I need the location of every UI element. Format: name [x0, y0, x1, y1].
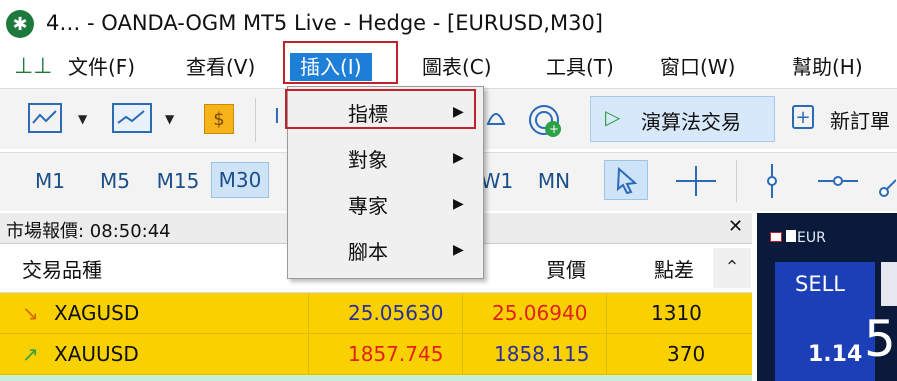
mdi-icon[interactable]: ⊥⊥ — [14, 53, 52, 81]
horizontal-line-icon[interactable] — [818, 164, 858, 202]
up-arrow-icon: ↗ — [22, 342, 39, 366]
menu-item-label: 對象 — [348, 148, 388, 172]
column-ask[interactable]: 買價 — [546, 254, 586, 283]
algo-trading-button[interactable]: ▷ 演算法交易 — [590, 96, 775, 142]
menu-item-scripts[interactable]: 腳本 ▶ — [288, 227, 483, 273]
menu-charts[interactable]: 圖表(C) — [422, 53, 492, 81]
menu-item-experts[interactable]: 專家 ▶ — [288, 181, 483, 227]
price-small: 1.14 — [808, 342, 863, 367]
timeframe-mn[interactable]: MN — [530, 164, 578, 198]
row-ask: 1858.115 — [494, 342, 590, 366]
menu-help[interactable]: 幫助(H) — [792, 53, 863, 81]
timeframe-m15[interactable]: M15 — [150, 164, 206, 198]
crosshair-icon[interactable] — [676, 164, 716, 202]
row-symbol: XAGUSD — [54, 301, 140, 325]
bell-icon[interactable] — [486, 104, 506, 145]
window-title: 4… - OANDA-OGM MT5 Live - Hedge - [EURUS… — [46, 11, 604, 35]
buy-button[interactable] — [881, 262, 897, 306]
sell-label: SELL — [795, 272, 845, 296]
timeframe-w1[interactable]: W1 — [480, 164, 514, 198]
timeframe-m30[interactable]: M30 — [211, 162, 269, 198]
table-row[interactable]: ↘ XAGUSD 25.05630 25.06940 1310 — [0, 293, 752, 334]
indicators-highlight-outline — [285, 89, 476, 129]
toolbar-divider — [255, 98, 256, 142]
menu-tools[interactable]: 工具(T) — [546, 53, 614, 81]
market-watch-title: 市場報價: 08:50:44 — [6, 221, 171, 242]
templates-icon[interactable] — [112, 103, 152, 144]
line-chart-icon[interactable] — [28, 103, 62, 144]
menu-item-label: 腳本 — [348, 240, 388, 264]
plus-icon: + — [792, 105, 814, 129]
algo-trading-label: 演算法交易 — [641, 110, 741, 134]
row-bid: 1857.745 — [348, 342, 444, 366]
menu-file[interactable]: 文件(F) — [68, 53, 135, 81]
signals-icon[interactable]: + — [526, 100, 566, 144]
column-symbol[interactable]: 交易品種 — [22, 254, 102, 283]
row-ask: 25.06940 — [492, 301, 588, 325]
cell-divider — [308, 334, 309, 374]
scroll-up-icon[interactable]: ⌃ — [713, 248, 751, 288]
svg-text:+: + — [549, 122, 559, 136]
chevron-down-icon[interactable]: ▼ — [165, 112, 174, 126]
one-click-icon[interactable] — [770, 232, 782, 242]
chevron-right-icon: ▶ — [453, 196, 464, 212]
depth-icon[interactable] — [786, 230, 796, 242]
toolbar-divider — [736, 160, 737, 202]
table-row[interactable]: ↗ XAUUSD 1857.745 1858.115 370 — [0, 334, 752, 375]
chevron-right-icon: ▶ — [453, 242, 464, 258]
new-order-label: 新訂單 — [830, 109, 890, 133]
cell-divider — [606, 293, 607, 333]
timeframe-m5[interactable]: M5 — [92, 164, 138, 198]
price-big: 5 — [864, 310, 896, 368]
close-icon[interactable]: ✕ — [728, 216, 743, 237]
cell-divider — [308, 293, 309, 333]
menu-insert-highlight-outline — [283, 41, 398, 84]
row-spread: 1310 — [651, 301, 702, 325]
column-spread[interactable]: 點差 — [654, 254, 694, 283]
trendline-icon[interactable] — [876, 176, 897, 204]
table-row[interactable] — [0, 375, 752, 381]
dollar-icon[interactable]: $ — [204, 104, 234, 134]
app-logo-icon: ✱ — [6, 10, 34, 38]
timeframe-m1[interactable]: M1 — [28, 164, 72, 198]
cell-divider — [606, 334, 607, 374]
chart-symbol: EUR — [797, 230, 826, 246]
row-symbol: XAUUSD — [54, 342, 139, 366]
menu-window[interactable]: 窗口(W) — [660, 53, 735, 81]
new-order-button[interactable]: + 新訂單 — [790, 96, 897, 142]
row-spread: 370 — [667, 342, 706, 366]
menu-item-label: 專家 — [348, 194, 388, 218]
row-bid: 25.05630 — [348, 301, 444, 325]
play-icon: ▷ — [605, 105, 621, 129]
down-arrow-icon: ↘ — [22, 301, 39, 325]
cursor-tool[interactable] — [604, 160, 648, 200]
menu-item-objects[interactable]: 對象 ▶ — [288, 135, 483, 181]
vertical-line-icon[interactable] — [762, 164, 782, 202]
chevron-right-icon: ▶ — [453, 150, 464, 166]
cell-divider — [462, 293, 463, 333]
cell-divider — [462, 334, 463, 374]
chevron-down-icon[interactable]: ▼ — [78, 112, 87, 126]
text-cursor-icon[interactable]: I — [274, 104, 280, 128]
menu-view[interactable]: 查看(V) — [186, 53, 255, 81]
